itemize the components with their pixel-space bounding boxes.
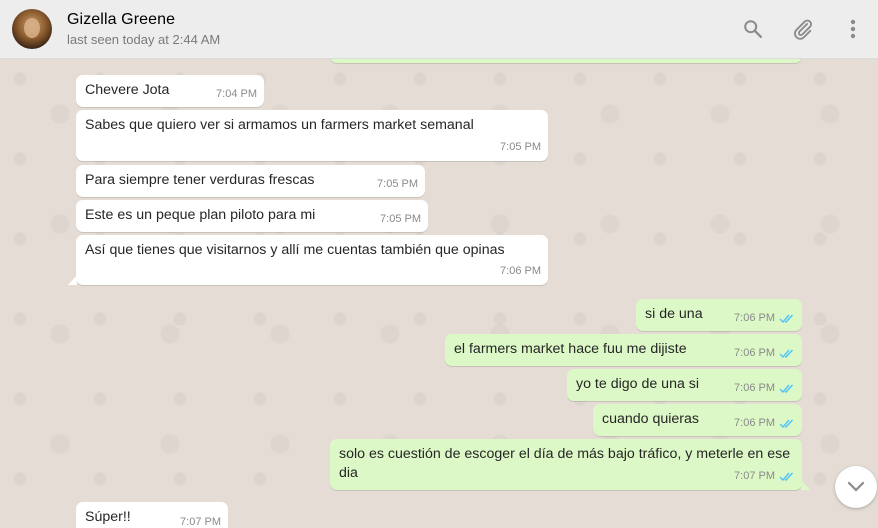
message-bubble-outgoing[interactable]: solo es cuestión de escoger el día de má… — [330, 439, 810, 490]
message-time: 7:06 PM — [734, 417, 775, 429]
message-bubble-incoming[interactable]: Chevere Jota 7:04 PM — [76, 75, 264, 107]
message-bubble-incoming[interactable]: Así que tienes que visitarnos y allí me … — [68, 235, 548, 285]
read-receipt-icon — [779, 472, 794, 482]
read-receipt-icon — [779, 384, 794, 394]
message-bubble-outgoing[interactable]: el farmers market hace fuu me dijiste 7:… — [445, 334, 802, 366]
previous-message-bubble — [330, 59, 802, 63]
last-seen-status: last seen today at 2:44 AM — [67, 32, 221, 47]
attach-icon[interactable] — [791, 17, 815, 41]
contact-avatar[interactable] — [12, 9, 52, 49]
message-bubble-incoming[interactable]: Súper!! 7:07 PM — [76, 502, 228, 528]
message-bubble-outgoing[interactable]: cuando quieras 7:06 PM — [593, 404, 802, 436]
search-icon[interactable] — [741, 17, 765, 41]
message-text: Sabes que quiero ver si armamos un farme… — [85, 117, 474, 133]
menu-icon[interactable] — [841, 17, 865, 41]
message-list[interactable]: Chevere Jota 7:04 PM Sabes que quiero ve… — [0, 59, 878, 528]
message-bubble-incoming[interactable]: Para siempre tener verduras frescas 7:05… — [76, 165, 425, 197]
message-bubble-outgoing[interactable]: yo te digo de una si 7:06 PM — [567, 369, 802, 401]
read-receipt-icon — [779, 419, 794, 429]
message-bubble-incoming[interactable]: Sabes que quiero ver si armamos un farme… — [76, 110, 548, 161]
message-time: 7:06 PM — [734, 312, 775, 324]
message-time: 7:07 PM — [734, 470, 775, 482]
message-bubble-outgoing[interactable]: si de una 7:06 PM — [636, 299, 802, 331]
read-receipt-icon — [779, 314, 794, 324]
message-bubble-incoming[interactable]: Este es un peque plan piloto para mi 7:0… — [76, 200, 428, 232]
chevron-down-icon — [847, 481, 865, 492]
message-text: Este es un peque plan piloto para mi — [85, 207, 316, 223]
message-time: 7:07 PM — [180, 516, 221, 528]
message-time: 7:05 PM — [377, 178, 418, 190]
message-time: 7:06 PM — [734, 382, 775, 394]
message-text: solo es cuestión de escoger el día de má… — [339, 446, 795, 481]
contact-name[interactable]: Gizella Greene — [67, 11, 175, 29]
message-time: 7:04 PM — [216, 88, 257, 100]
message-time: 7:05 PM — [380, 213, 421, 225]
message-time: 7:05 PM — [500, 141, 541, 153]
message-text: Así que tienes que visitarnos y allí me … — [85, 242, 505, 258]
message-time: 7:06 PM — [500, 265, 541, 277]
chat-header: Gizella Greene last seen today at 2:44 A… — [0, 0, 878, 59]
message-text: Para siempre tener verduras frescas — [85, 172, 315, 188]
message-time: 7:06 PM — [734, 347, 775, 359]
read-receipt-icon — [779, 349, 794, 359]
scroll-to-bottom-button[interactable] — [835, 466, 877, 508]
